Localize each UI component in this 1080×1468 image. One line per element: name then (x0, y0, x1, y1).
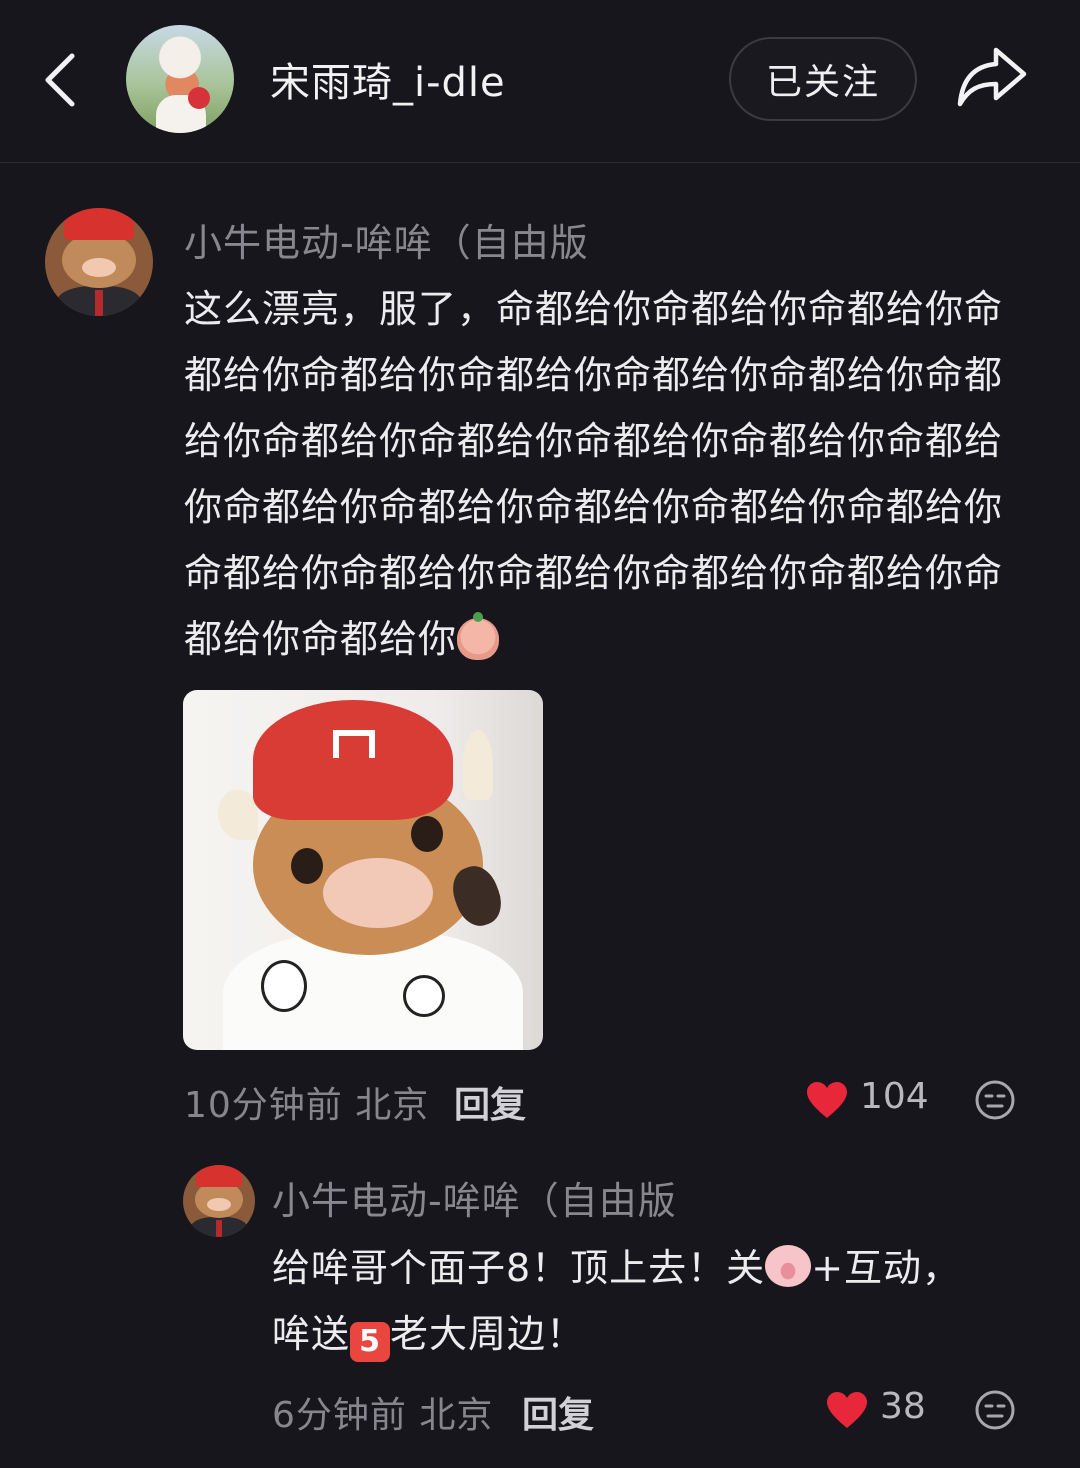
keycap-five-emoji-icon: 5 (350, 1322, 391, 1362)
reply-button[interactable]: 回复 (454, 1076, 526, 1128)
emoji-reaction-icon[interactable] (974, 1079, 1016, 1121)
share-icon[interactable] (956, 44, 1030, 110)
reply-meta: 6分钟前 北京 (272, 1386, 493, 1438)
following-button[interactable]: 已关注 (729, 37, 917, 121)
pig-emoji-icon (457, 612, 500, 660)
comment-body: 这么漂亮，服了，命都给你命都给你命都给你命都给你命都给你命都给你命都给你命都给你… (184, 287, 1004, 661)
top-bar: 宋雨琦_i-dle 已关注 (0, 0, 1080, 163)
reply-reply-button[interactable]: 回复 (522, 1386, 594, 1438)
like-count: 104 (860, 1076, 929, 1117)
reply-text-part: 老大周边！ (390, 1312, 586, 1356)
comment-time: 10分钟前 (184, 1085, 343, 1126)
pig-face-emoji-icon (765, 1245, 812, 1287)
comment-location: 北京 (355, 1085, 430, 1126)
reply-time: 6分钟前 (272, 1395, 407, 1436)
comment-text: 这么漂亮，服了，命都给你命都给你命都给你命都给你命都给你命都给你命都给你命都给你… (184, 276, 1029, 672)
back-icon[interactable] (38, 48, 86, 112)
reply-text-part: 给哞哥个面子8！顶上去！关 (272, 1246, 766, 1290)
heart-icon[interactable] (805, 1080, 849, 1120)
comment-image[interactable] (183, 690, 543, 1050)
comment-meta: 10分钟前 北京 (184, 1076, 429, 1128)
commenter-avatar[interactable] (45, 208, 153, 316)
reply-author-name[interactable]: 小牛电动-哞哞（自由版 (272, 1170, 677, 1225)
reply-avatar[interactable] (183, 1165, 255, 1237)
heart-icon[interactable] (825, 1390, 869, 1430)
reply-like-count: 38 (880, 1386, 926, 1427)
profile-avatar[interactable] (126, 25, 234, 133)
reply-location: 北京 (419, 1395, 494, 1436)
profile-name[interactable]: 宋雨琦_i-dle (270, 50, 506, 108)
commenter-name[interactable]: 小牛电动-哞哞（自由版 (184, 212, 589, 267)
emoji-reaction-icon[interactable] (974, 1389, 1016, 1431)
reply-text: 给哞哥个面子8！顶上去！关 +互动，哞送 5 老大周边！ (272, 1235, 992, 1367)
